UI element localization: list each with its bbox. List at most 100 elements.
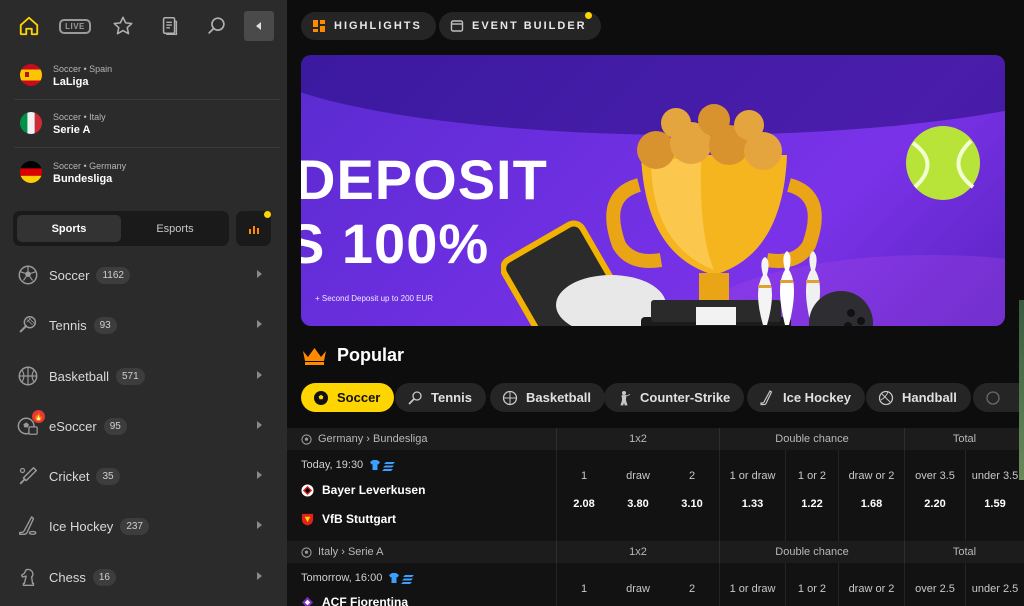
cricket-bat-icon: [16, 464, 40, 488]
league-header: Italy › Serie A 1x2 Double chance Total: [287, 541, 1024, 563]
league-name: LaLiga: [53, 76, 89, 88]
main-content: HIGHLIGHTS EVENT BUILDER DEPOSIT S 100% …: [287, 0, 1024, 606]
odds-cell[interactable]: under 2.5: [965, 563, 1024, 606]
tennis-racket-icon: [408, 390, 422, 404]
odds-cell[interactable]: 2 3.10: [665, 450, 719, 541]
basketball-icon: [502, 390, 518, 405]
live-icon[interactable]: LIVE: [58, 11, 92, 41]
odds-value: 1.59: [984, 498, 1006, 510]
market-1x2: 1x2: [556, 428, 719, 450]
chevron-right-icon: [257, 471, 262, 479]
odds-label: 1: [580, 583, 588, 595]
league-path: Soccer • Italy: [53, 112, 106, 122]
odds-label: draw: [626, 583, 650, 595]
esoccer-icon: 🔥: [16, 410, 45, 438]
banner-note: + Second Deposit up to 200 EUR: [315, 294, 434, 303]
odds-label: 1 or 2: [797, 583, 827, 595]
chip-counter-strike[interactable]: Counter-Strike: [604, 383, 745, 412]
event-time: Tomorrow, 16:00: [301, 572, 418, 584]
tab-sports[interactable]: Sports: [17, 215, 121, 242]
sidebar-item-cricket[interactable]: Cricket 35: [14, 456, 274, 496]
popular-title: Popular: [337, 344, 405, 365]
chip-label: Ice Hockey: [783, 390, 851, 405]
sidebar-item-ice-hockey[interactable]: Ice Hockey 237: [14, 506, 274, 546]
sidebar-item-chess[interactable]: Chess 16: [14, 557, 274, 597]
league-item-serie-a[interactable]: Soccer • Italy Serie A: [14, 100, 280, 148]
sport-name: Chess: [49, 569, 86, 585]
grid-icon: [313, 20, 325, 32]
league-path: Soccer • Spain: [53, 64, 113, 74]
odds-cell[interactable]: 1 or 2: [785, 563, 838, 606]
odds-value: 2.20: [924, 498, 946, 510]
league-item-laliga[interactable]: Soccer • Spain LaLiga: [14, 52, 280, 100]
odds-cell[interactable]: 1 2.08: [556, 450, 611, 541]
chess-knight-icon: [16, 565, 40, 589]
sport-name: Cricket: [49, 468, 90, 484]
home-team-name: Bayer Leverkusen: [322, 483, 426, 497]
odds-cell[interactable]: 1 or 2 1.22: [785, 450, 838, 541]
tab-event-builder[interactable]: EVENT BUILDER: [439, 12, 601, 40]
soccer-ball-icon: [314, 390, 328, 405]
odds-label: over 2.5: [915, 583, 955, 595]
search-icon[interactable]: [200, 11, 234, 41]
home-icon[interactable]: [12, 11, 46, 41]
event-time-text: Today, 19:30: [301, 459, 364, 471]
promo-banner[interactable]: DEPOSIT S 100% + Second Deposit up to 20…: [301, 55, 1005, 326]
odds-value: 2.08: [573, 498, 595, 510]
sidebar-item-basketball[interactable]: Basketball 571: [14, 356, 274, 396]
odds-cell[interactable]: 1 or draw: [719, 563, 785, 606]
odds-label: over 3.5: [915, 470, 955, 482]
bar-chart-icon: [248, 225, 259, 234]
event-row[interactable]: Today, 19:30 Bayer Leverkusen VfB Stuttg…: [287, 450, 1024, 541]
odds-cell[interactable]: draw or 2: [838, 563, 904, 606]
soccer-ball-icon: [301, 546, 312, 558]
tab-highlights-label: HIGHLIGHTS: [334, 20, 422, 32]
league-header-text: Germany › Bundesliga: [318, 433, 428, 445]
league-header-label[interactable]: Italy › Serie A: [301, 541, 383, 563]
betslip-icon[interactable]: [153, 11, 187, 41]
sport-count: 95: [103, 417, 127, 435]
odds-cell[interactable]: 1: [556, 563, 611, 606]
sidebar-item-soccer[interactable]: Soccer 1162: [14, 255, 274, 295]
odds-label: 1 or draw: [729, 470, 776, 482]
sidebar-item-esoccer[interactable]: 🔥 eSoccer 95: [14, 406, 274, 446]
stats-icons: [370, 460, 396, 471]
league-item-bundesliga[interactable]: Soccer • Germany Bundesliga: [14, 149, 280, 197]
odds-label: 1 or 2: [797, 470, 827, 482]
chip-ice-hockey[interactable]: Ice Hockey: [747, 383, 865, 412]
chip-handball[interactable]: Handball: [866, 383, 971, 412]
market-total: Total: [904, 428, 1024, 450]
chip-tennis[interactable]: Tennis: [395, 383, 486, 412]
basketball-icon: [16, 364, 40, 388]
sport-name: eSoccer: [49, 418, 97, 434]
star-icon[interactable]: [106, 11, 140, 41]
odds-cell[interactable]: 2: [665, 563, 719, 606]
odds-cell[interactable]: draw: [611, 563, 665, 606]
event-row[interactable]: Tomorrow, 16:00 ACF Fiorentina 1 draw 2 …: [287, 563, 1024, 606]
popular-heading: Popular: [301, 341, 404, 369]
odds-cell[interactable]: under 3.5 1.59: [965, 450, 1024, 541]
odds-cell[interactable]: 1 or draw 1.33: [719, 450, 785, 541]
sport-count: 571: [115, 367, 145, 385]
tab-esports[interactable]: Esports: [123, 215, 227, 242]
background-window-edge: [1019, 300, 1024, 480]
sidebar-item-tennis[interactable]: Tennis 93: [14, 305, 274, 345]
chip-more[interactable]: [973, 383, 1024, 412]
market-double-chance: Double chance: [719, 428, 904, 450]
chip-soccer[interactable]: Soccer: [301, 383, 395, 412]
sports-esports-toggle: Sports Esports: [13, 211, 229, 246]
odds-cell[interactable]: over 3.5 2.20: [904, 450, 965, 541]
tab-event-builder-label: EVENT BUILDER: [472, 20, 587, 32]
tab-highlights[interactable]: HIGHLIGHTS: [301, 12, 436, 40]
odds-cell[interactable]: over 2.5: [904, 563, 965, 606]
collapse-sidebar-button[interactable]: [244, 11, 274, 41]
trophy-illustration: [501, 104, 980, 326]
spain-flag-icon: [20, 64, 42, 86]
banner-headline-2: S 100%: [301, 212, 490, 275]
odds-cell[interactable]: draw 3.80: [611, 450, 665, 541]
odds-label: under 3.5: [971, 470, 1019, 482]
odds-cell[interactable]: draw or 2 1.68: [838, 450, 904, 541]
soldier-icon: [620, 390, 631, 405]
chip-basketball[interactable]: Basketball: [490, 383, 606, 412]
league-header-label[interactable]: Germany › Bundesliga: [301, 428, 427, 450]
